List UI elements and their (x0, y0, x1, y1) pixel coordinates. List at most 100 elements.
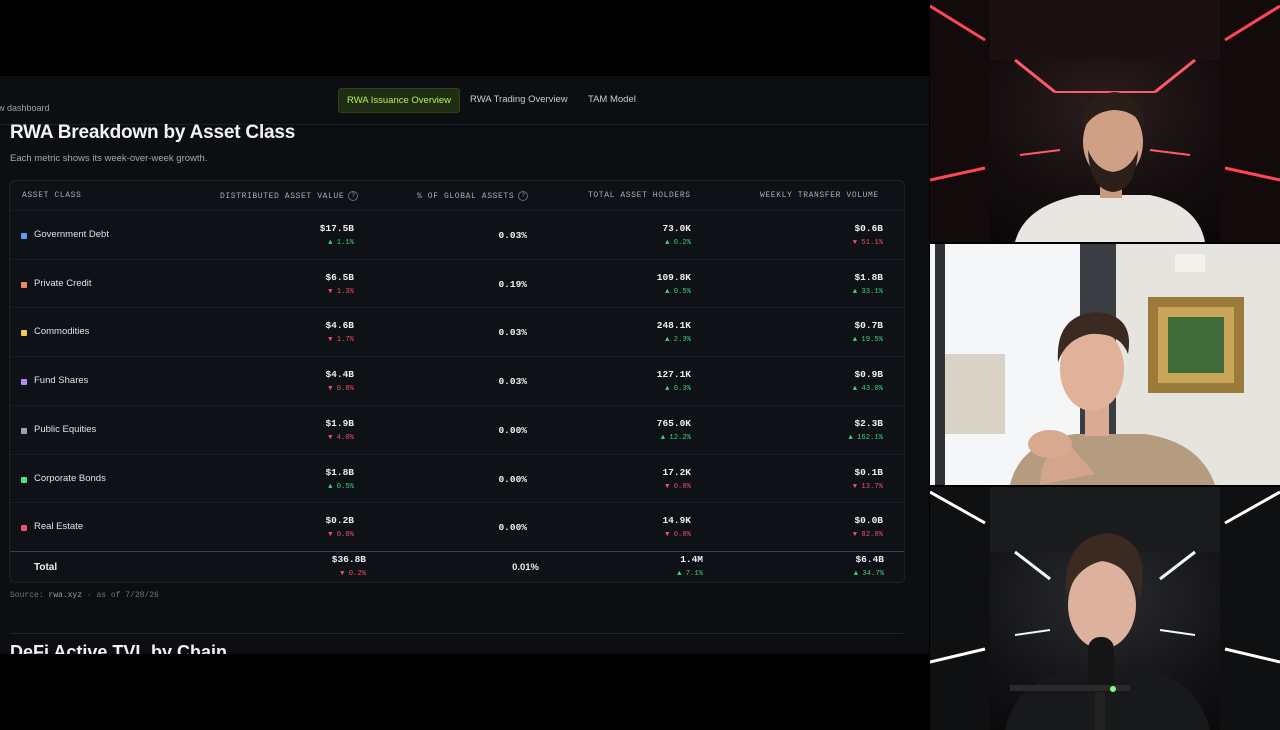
top-navigation: w dashboard RWA Issuance Overview RWA Tr… (0, 76, 929, 125)
total-weekly-volume: $6.4B (855, 554, 884, 565)
column-header-distributed-asset-value[interactable]: DISTRIBUTED ASSET VALUE? (220, 191, 359, 201)
total-asset-holders: 248.1K (656, 320, 691, 332)
distributed-asset-value: $0.2B (325, 515, 354, 527)
weekly-transfer-volume-change: ▲ 162.1% (848, 433, 883, 442)
page-title: RWA Breakdown by Asset Class (10, 122, 296, 143)
table-row[interactable]: Real Estate $0.2B ▼ 0.0% 0.00% 14.9K ▼ 0.0% $0… (10, 502, 904, 551)
source-date: · as of 7/28/26 (86, 591, 159, 600)
table-row[interactable]: Private Credit $6.5B ▼ 1.3% 0.19% 109.8K ▲ 0.… (10, 258, 904, 308)
tab-tam-model[interactable]: TAM Model (580, 88, 644, 111)
help-icon[interactable]: ? (348, 191, 359, 201)
global-assets-pct: 0.03% (498, 230, 527, 241)
asset-color-swatch (21, 330, 27, 337)
source-prefix: Source: (10, 591, 44, 600)
column-header-global-assets[interactable]: % OF GLOBAL ASSETS? (417, 191, 529, 201)
total-distributed-value-change: ▼ 0.2% (340, 570, 366, 578)
total-asset-holders: 127.1K (656, 369, 691, 381)
table-total-row: Total $36.8B ▼ 0.2% 0.01% 1.4M ▲ 7.1% $6… (10, 551, 904, 583)
asset-color-swatch (21, 476, 27, 483)
asset-class-name: Commodities (34, 326, 90, 338)
video-participant-2[interactable] (930, 244, 1280, 485)
source-note: Source: rwa.xyz · as of 7/28/26 (10, 591, 159, 600)
total-distributed-value: $36.8B (331, 554, 366, 565)
tab-rwa-trading-overview[interactable]: RWA Trading Overview (462, 88, 576, 111)
weekly-transfer-volume-change: ▲ 19.5% (852, 336, 883, 345)
video-participant-1[interactable] (930, 0, 1280, 242)
total-asset-holders-change: ▲ 7.1% (677, 570, 703, 578)
total-global-assets-pct: 0.01% (512, 562, 539, 573)
column-header-weekly-transfer-volume[interactable]: WEEKLY TRANSFER VOLUME (760, 191, 879, 200)
distributed-asset-value-change: ▲ 0.5% (328, 482, 354, 491)
total-asset-holders-change: ▼ 0.0% (665, 482, 691, 491)
weekly-transfer-volume: $0.6B (854, 223, 883, 234)
total-asset-holders: 17.2K (662, 466, 691, 478)
back-to-dashboard-link[interactable]: w dashboard (0, 103, 50, 113)
global-assets-pct: 0.00% (498, 424, 527, 436)
table-row[interactable]: Corporate Bonds $1.8B ▲ 0.5% 0.00% 17.2K ▼ 0.… (10, 453, 904, 503)
column-header-label: % OF GLOBAL ASSETS (417, 192, 515, 201)
weekly-transfer-volume-change: ▲ 33.1% (852, 287, 883, 296)
weekly-transfer-volume: $0.9B (854, 369, 883, 381)
section-divider (10, 633, 903, 634)
distributed-asset-value-change: ▼ 0.8% (328, 385, 354, 394)
asset-class-name: Real Estate (34, 521, 84, 533)
table-row[interactable]: Commodities $4.6B ▼ 1.7% 0.03% 248.1K ▲ 2.3% $… (10, 307, 904, 356)
total-asset-holders-change: ▼ 0.0% (665, 531, 691, 540)
total-asset-holders: 1.4M (680, 554, 703, 565)
source-link[interactable]: rwa.xyz (48, 591, 82, 600)
video-participant-3[interactable] (930, 487, 1280, 730)
dashboard-screen: w dashboard RWA Issuance Overview RWA Tr… (0, 76, 929, 654)
global-assets-pct: 0.19% (498, 278, 527, 290)
asset-color-swatch (21, 233, 27, 239)
global-assets-pct: 0.00% (498, 522, 527, 534)
distributed-asset-value: $6.5B (325, 271, 354, 283)
asset-color-swatch (21, 281, 27, 288)
participant-3-video-frame (930, 487, 1280, 730)
total-asset-holders-change: ▲ 0.2% (665, 239, 691, 247)
column-header-asset-class[interactable]: ASSET CLASS (22, 191, 81, 200)
distributed-asset-value: $17.5B (319, 223, 354, 234)
distributed-asset-value-change: ▼ 0.0% (328, 531, 354, 540)
distributed-asset-value: $4.6B (325, 320, 354, 332)
total-asset-holders: 73.0K (662, 223, 691, 234)
total-asset-holders: 109.8K (656, 271, 691, 283)
next-section-title: DeFi Active TVL by Chain (10, 642, 228, 654)
distributed-asset-value-change: ▲ 1.1% (328, 239, 354, 247)
tab-rwa-issuance-overview[interactable]: RWA Issuance Overview (338, 88, 461, 113)
asset-color-swatch (21, 525, 27, 532)
distributed-asset-value-change: ▼ 4.0% (328, 433, 354, 442)
help-icon[interactable]: ? (518, 191, 529, 201)
weekly-transfer-volume-change: ▼ 51.1% (852, 239, 883, 247)
total-asset-holders-change: ▲ 0.3% (665, 385, 691, 394)
weekly-transfer-volume: $2.3B (854, 417, 883, 429)
asset-class-name: Government Debt (34, 229, 109, 240)
asset-class-table: ASSET CLASS DISTRIBUTED ASSET VALUE? % O… (9, 180, 905, 583)
total-label: Total (34, 562, 58, 573)
total-weekly-volume-change: ▲ 34.7% (853, 570, 884, 578)
global-assets-pct: 0.03% (498, 327, 527, 339)
table-row[interactable]: Public Equities $1.9B ▼ 4.0% 0.00% 765.0K ▲ 1… (10, 404, 904, 454)
table-row[interactable]: Government Debt $17.5B ▲ 1.1% 0.03% 73.0K ▲ 0… (10, 210, 904, 259)
table-row[interactable]: Fund Shares $4.4B ▼ 0.8% 0.03% 127.1K ▲ 0.3% $… (10, 356, 904, 405)
total-asset-holders: 765.0K (656, 417, 691, 429)
weekly-transfer-volume-change: ▼ 82.0% (852, 531, 883, 540)
distributed-asset-value: $4.4B (325, 369, 354, 381)
participant-1-video-frame (930, 0, 1280, 242)
asset-class-name: Corporate Bonds (34, 472, 106, 484)
distributed-asset-value: $1.9B (325, 417, 354, 429)
column-header-total-asset-holders[interactable]: TOTAL ASSET HOLDERS (588, 191, 691, 200)
asset-class-name: Fund Shares (34, 375, 89, 387)
distributed-asset-value: $1.8B (325, 466, 354, 478)
weekly-transfer-volume: $0.0B (854, 515, 883, 527)
distributed-asset-value-change: ▼ 1.7% (328, 336, 354, 345)
total-asset-holders: 14.9K (662, 515, 691, 527)
total-asset-holders-change: ▲ 2.3% (665, 336, 691, 345)
weekly-transfer-volume-change: ▼ 13.7% (852, 482, 883, 491)
column-header-label: DISTRIBUTED ASSET VALUE (220, 192, 345, 201)
weekly-transfer-volume: $0.1B (854, 466, 883, 478)
global-assets-pct: 0.03% (498, 376, 527, 388)
weekly-transfer-volume: $0.7B (854, 320, 883, 332)
global-assets-pct: 0.00% (498, 473, 527, 485)
participant-2-video-frame (930, 244, 1280, 485)
page-subtitle: Each metric shows its week-over-week gro… (10, 153, 208, 164)
